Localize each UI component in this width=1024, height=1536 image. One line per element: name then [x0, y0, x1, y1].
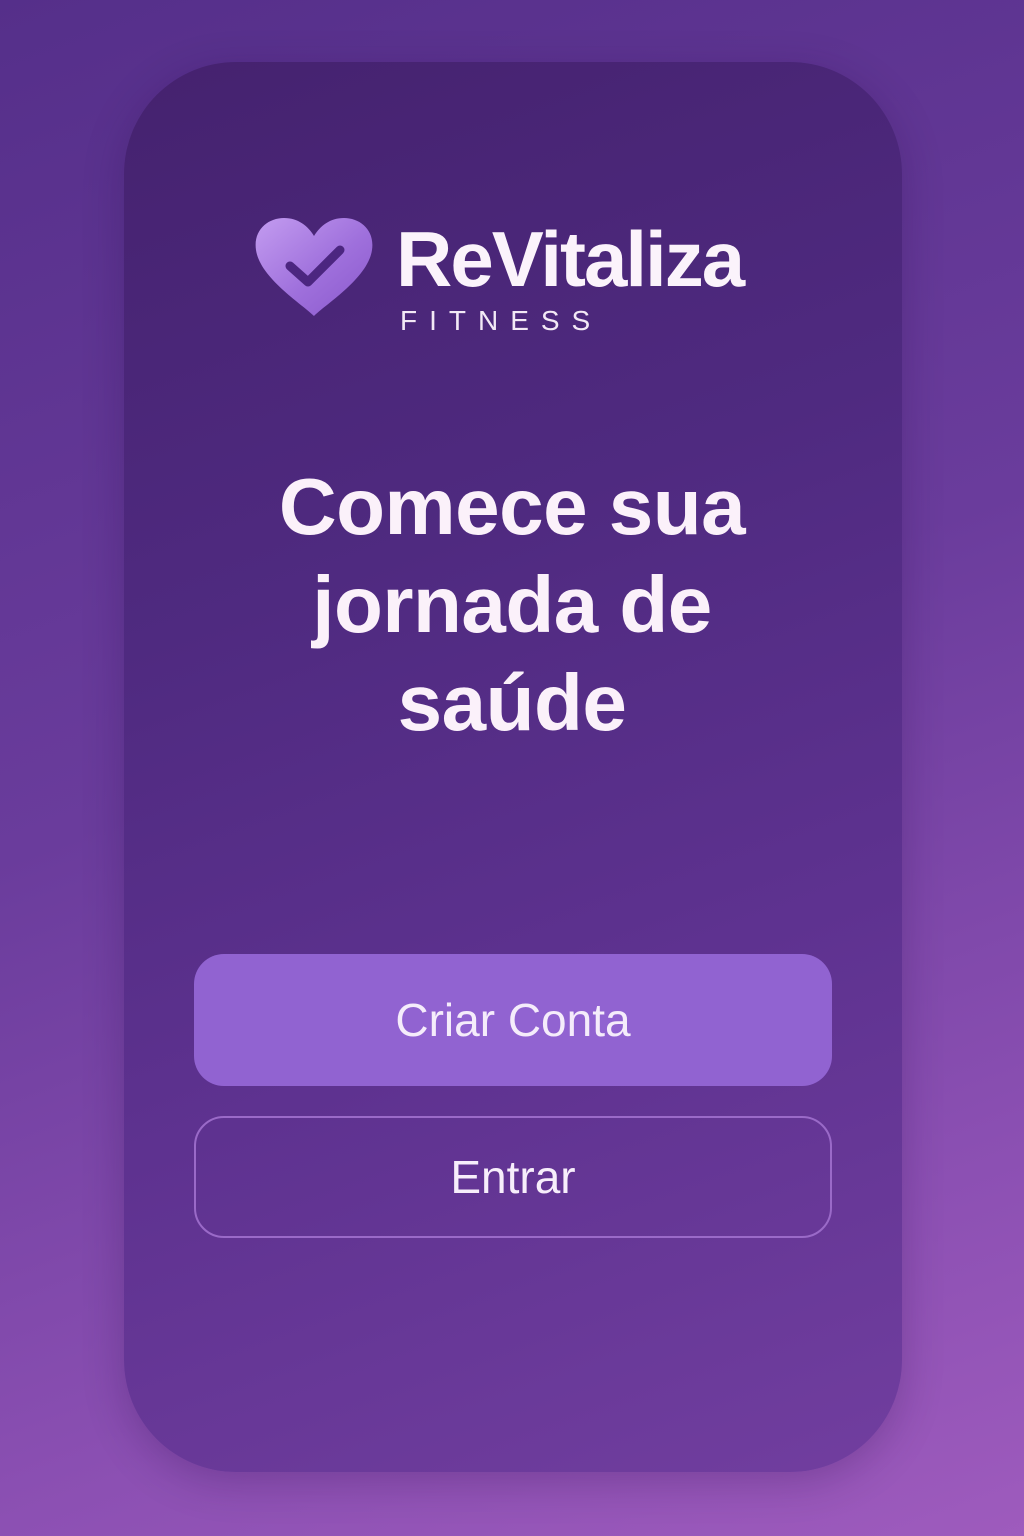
heart-check-icon: [252, 216, 376, 320]
brand-name: ReVitaliza: [396, 215, 745, 303]
brand-subtitle: FITNESS: [400, 305, 603, 336]
sign-in-button[interactable]: Entrar: [194, 1116, 832, 1238]
create-account-button[interactable]: Criar Conta: [194, 954, 832, 1086]
welcome-headline: Comece sua jornada de saúde: [278, 462, 746, 747]
brand-logo: ReVitaliza FITNESS: [252, 212, 782, 342]
